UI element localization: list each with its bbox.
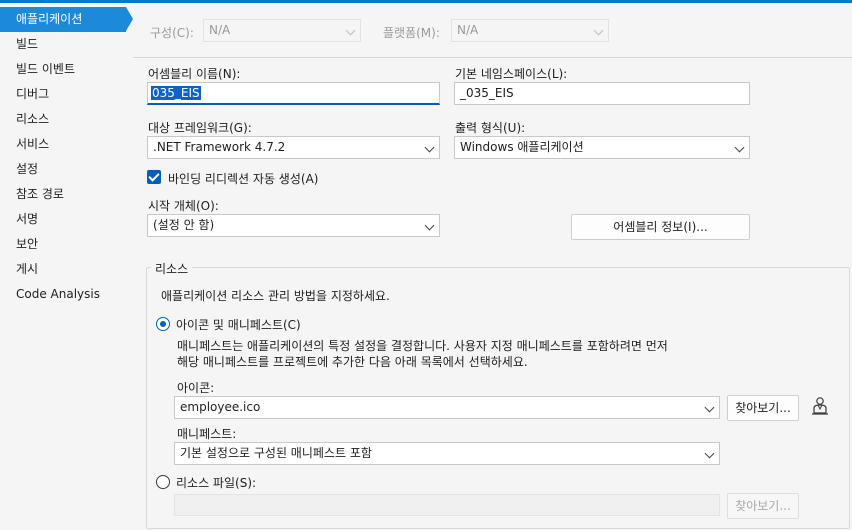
icon-manifest-radio[interactable] [156,317,170,331]
assembly-name-input[interactable]: 035_EIS [147,82,440,105]
sidebar-item-build[interactable]: 빌드 [0,32,133,57]
sidebar-item-resources[interactable]: 리소스 [0,107,133,132]
sidebar-item-security[interactable]: 보안 [0,232,133,257]
binding-redirect-checkbox[interactable] [147,170,161,184]
startup-object-label: 시작 개체(O): [148,199,219,213]
default-namespace-label: 기본 네임스페이스(L): [455,67,568,81]
icon-manifest-description-line2: 해당 매니페스트를 프로젝트에 추가한 다음 아래 목록에서 선택하세요. [177,355,528,369]
chevron-down-icon [424,142,435,153]
startup-object-dropdown[interactable]: (설정 안 함) [147,214,440,237]
resources-description: 애플리케이션 리소스 관리 방법을 지정하세요. [161,289,390,303]
sidebar-item-settings[interactable]: 설정 [0,157,133,182]
config-dropdown[interactable]: N/A [203,19,361,42]
divider [133,57,852,58]
chevron-down-icon [345,25,356,36]
sidebar: 애플리케이션 빌드 빌드 이벤트 디버그 리소스 서비스 설정 참조 경로 서명… [0,3,133,530]
icon-manifest-option-label[interactable]: 아이콘 및 매니페스트(C) [176,316,301,333]
target-framework-dropdown[interactable]: .NET Framework 4.7.2 [147,136,440,159]
icon-browse-button[interactable]: 찾아보기... [727,395,799,421]
assembly-name-label: 어셈블리 이름(N): [148,67,241,81]
sidebar-item-build-events[interactable]: 빌드 이벤트 [0,57,133,82]
default-namespace-input[interactable]: _035_EIS [454,82,750,105]
platform-dropdown[interactable]: N/A [451,19,609,42]
chevron-down-icon [734,142,745,153]
icon-value: employee.ico [180,400,261,414]
output-type-dropdown[interactable]: Windows 애플리케이션 [454,136,750,159]
employee-icon-preview [812,397,828,415]
platform-label: 플랫폼(M): [383,26,440,40]
target-framework-label: 대상 프레임워크(G): [148,121,252,135]
config-value: N/A [209,23,231,37]
resource-file-input[interactable] [174,494,720,516]
assembly-info-button[interactable]: 어셈블리 정보(I)... [571,214,750,240]
resources-group-title: 리소스 [151,260,193,277]
chevron-down-icon [704,402,715,413]
manifest-value: 기본 설정으로 구성된 매니페스트 포함 [180,446,372,460]
default-namespace-value: _035_EIS [460,86,514,100]
manifest-dropdown[interactable]: 기본 설정으로 구성된 매니페스트 포함 [174,442,720,465]
chevron-down-icon [704,448,715,459]
sidebar-item-code-analysis[interactable]: Code Analysis [0,282,133,307]
assembly-name-value: 035_EIS [151,86,201,100]
output-type-value: Windows 애플리케이션 [460,140,584,154]
config-label: 구성(C): [150,26,194,40]
sidebar-item-debug[interactable]: 디버그 [0,82,133,107]
resource-file-radio[interactable] [156,475,170,489]
sidebar-item-signing[interactable]: 서명 [0,207,133,232]
manifest-label: 매니페스트: [177,427,237,441]
sidebar-item-services[interactable]: 서비스 [0,132,133,157]
sidebar-item-application[interactable]: 애플리케이션 [0,7,133,32]
target-framework-value: .NET Framework 4.7.2 [153,140,286,154]
resource-file-option-label[interactable]: 리소스 파일(S): [176,474,256,491]
chevron-down-icon [424,220,435,231]
main-panel: 구성(C): N/A 플랫폼(M): N/A 어셈블리 이름(N): 035_E… [133,3,852,530]
icon-label: 아이콘: [177,381,215,395]
sidebar-item-reference-paths[interactable]: 참조 경로 [0,182,133,207]
resource-file-browse-button[interactable]: 찾아보기... [727,493,799,519]
startup-object-value: (설정 안 함) [153,218,215,232]
binding-redirect-label[interactable]: 바인딩 리디렉션 자동 생성(A) [168,170,318,187]
chevron-down-icon [593,25,604,36]
sidebar-item-publish[interactable]: 게시 [0,257,133,282]
output-type-label: 출력 형식(U): [455,121,526,135]
icon-dropdown[interactable]: employee.ico [174,396,720,419]
platform-value: N/A [457,23,479,37]
icon-manifest-description-line1: 매니페스트는 애플리케이션의 특정 설정을 결정합니다. 사용자 지정 매니페스… [177,339,668,353]
